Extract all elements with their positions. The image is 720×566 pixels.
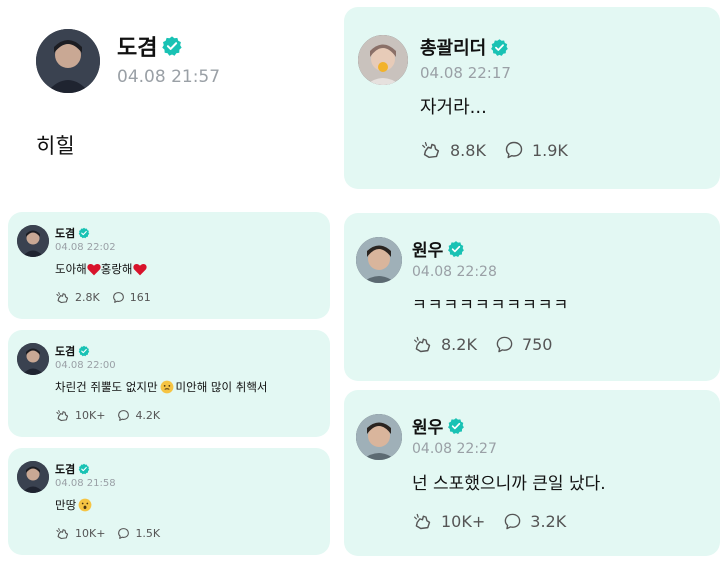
post-text: 도아해 홍랑해 <box>55 261 147 277</box>
comment-button[interactable]: 4.2K <box>117 409 160 422</box>
comment-count: 750 <box>521 335 553 354</box>
post-timestamp: 04.08 22:00 <box>55 360 116 371</box>
post-card-dokyeom[interactable]: 도겸 04.08 22:00 차린건 쥐뿔도 없지만 미안해 많이 취핵서 10… <box>8 330 330 437</box>
post-timestamp: 04.08 21:58 <box>55 478 116 489</box>
post-card-dokyeom[interactable]: 도겸 04.08 22:02 도아해 홍랑해 2.8K 161 <box>8 212 330 319</box>
author-name[interactable]: 총괄리더 <box>420 34 509 60</box>
post-card-leader[interactable]: 총괄리더 04.08 22:17 자거라... 8.8K 1.9K <box>344 7 720 189</box>
avatar[interactable] <box>17 343 49 375</box>
verified-badge-icon <box>447 417 465 435</box>
post-timestamp: 04.08 22:28 <box>412 264 497 280</box>
post-text: 만땅 <box>55 497 92 513</box>
comment-bubble-icon <box>505 141 523 159</box>
post-card-wonwoo[interactable]: 원우 04.08 22:27 넌 스포했으니까 큰일 났다. 10K+ 3.2K <box>344 390 720 556</box>
comment-bubble-icon <box>496 336 513 353</box>
comment-count: 161 <box>129 291 151 304</box>
comment-bubble-icon <box>112 292 124 303</box>
post-stats: 10K+ 3.2K <box>412 511 566 532</box>
post-text: 자거라... <box>420 97 487 118</box>
author-name[interactable]: 도겸 <box>117 30 183 62</box>
author-name[interactable]: 원우 <box>412 413 465 438</box>
avatar[interactable] <box>17 225 49 257</box>
comment-button[interactable]: 750 <box>495 335 553 354</box>
reaction-button[interactable]: 10K+ <box>412 511 485 532</box>
post-stats: 2.8K 161 <box>55 290 151 305</box>
reaction-count: 8.8K <box>450 140 486 160</box>
author-name[interactable]: 도겸 <box>55 461 90 477</box>
reaction-button[interactable]: 8.8K <box>420 139 486 161</box>
post-timestamp: 04.08 22:17 <box>420 64 511 82</box>
comment-count: 4.2K <box>135 409 161 422</box>
author-name[interactable]: 원우 <box>412 236 465 261</box>
avatar[interactable] <box>356 237 402 283</box>
verified-badge-icon <box>78 345 90 357</box>
verified-badge-icon <box>78 463 90 475</box>
post-text: 히힐 <box>36 134 75 158</box>
reaction-hand-icon <box>414 513 431 530</box>
reaction-hand-icon <box>56 292 69 304</box>
author-name[interactable]: 도겸 <box>55 225 90 241</box>
heart-emoji <box>132 263 147 275</box>
post-stats: 8.2K 750 <box>412 334 552 355</box>
author-name[interactable]: 도겸 <box>55 343 90 359</box>
comment-button[interactable]: 1.9K <box>504 140 568 160</box>
post-text: 넌 스포했으니까 큰일 났다. <box>412 474 606 494</box>
reaction-hand-icon <box>414 336 431 353</box>
comment-bubble-icon <box>118 528 130 539</box>
avatar[interactable] <box>17 461 49 493</box>
post-stats: 10K+ 1.5K <box>55 526 160 541</box>
comment-count: 1.9K <box>531 140 568 160</box>
reaction-hand-icon <box>56 410 69 422</box>
reaction-count: 10K+ <box>75 409 106 422</box>
comment-button[interactable]: 161 <box>112 291 151 304</box>
reaction-button[interactable]: 8.2K <box>412 334 477 355</box>
post-timestamp: 04.08 21:57 <box>117 67 221 87</box>
verified-badge-icon <box>447 240 465 258</box>
verified-badge-icon <box>490 38 509 57</box>
reaction-button[interactable]: 10K+ <box>55 408 105 423</box>
post-timestamp: 04.08 22:02 <box>55 242 116 253</box>
post-stats: 8.8K 1.9K <box>420 139 568 161</box>
avatar[interactable] <box>36 29 100 93</box>
post-text: 차린건 쥐뿔도 없지만 미안해 많이 취핵서 <box>55 380 268 394</box>
avatar[interactable] <box>356 414 402 460</box>
comment-button[interactable]: 1.5K <box>117 527 160 540</box>
reaction-count: 8.2K <box>441 335 477 354</box>
comment-bubble-icon <box>504 513 521 530</box>
post-card-dokyeom[interactable]: 도겸 04.08 21:58 만땅 10K+ 1.5K <box>8 448 330 555</box>
reaction-count: 2.8K <box>75 291 100 304</box>
post-text: ㅋㅋㅋㅋㅋㅋㅋㅋㅋㅋ <box>412 295 570 314</box>
post-stats: 10K+ 4.2K <box>55 408 160 423</box>
face-emoji <box>78 498 92 512</box>
comment-count: 1.5K <box>135 527 161 540</box>
verified-badge-icon <box>78 227 90 239</box>
comment-count: 3.2K <box>530 512 567 531</box>
post-card-dokyeom-main[interactable]: 도겸 04.08 21:57 히힐 <box>0 0 340 200</box>
avatar[interactable] <box>358 35 408 85</box>
face-emoji <box>160 380 173 394</box>
reaction-hand-icon <box>56 528 69 540</box>
reaction-count: 10K+ <box>441 512 486 531</box>
reaction-button[interactable]: 2.8K <box>55 290 100 305</box>
comment-button[interactable]: 3.2K <box>503 512 566 531</box>
reaction-button[interactable]: 10K+ <box>55 526 105 541</box>
comment-bubble-icon <box>118 410 130 421</box>
heart-emoji <box>87 263 101 275</box>
reaction-hand-icon <box>422 142 440 159</box>
verified-badge-icon <box>161 35 183 57</box>
post-timestamp: 04.08 22:27 <box>412 441 497 457</box>
post-card-wonwoo[interactable]: 원우 04.08 22:28 ㅋㅋㅋㅋㅋㅋㅋㅋㅋㅋ 8.2K 750 <box>344 213 720 381</box>
reaction-count: 10K+ <box>75 527 106 540</box>
